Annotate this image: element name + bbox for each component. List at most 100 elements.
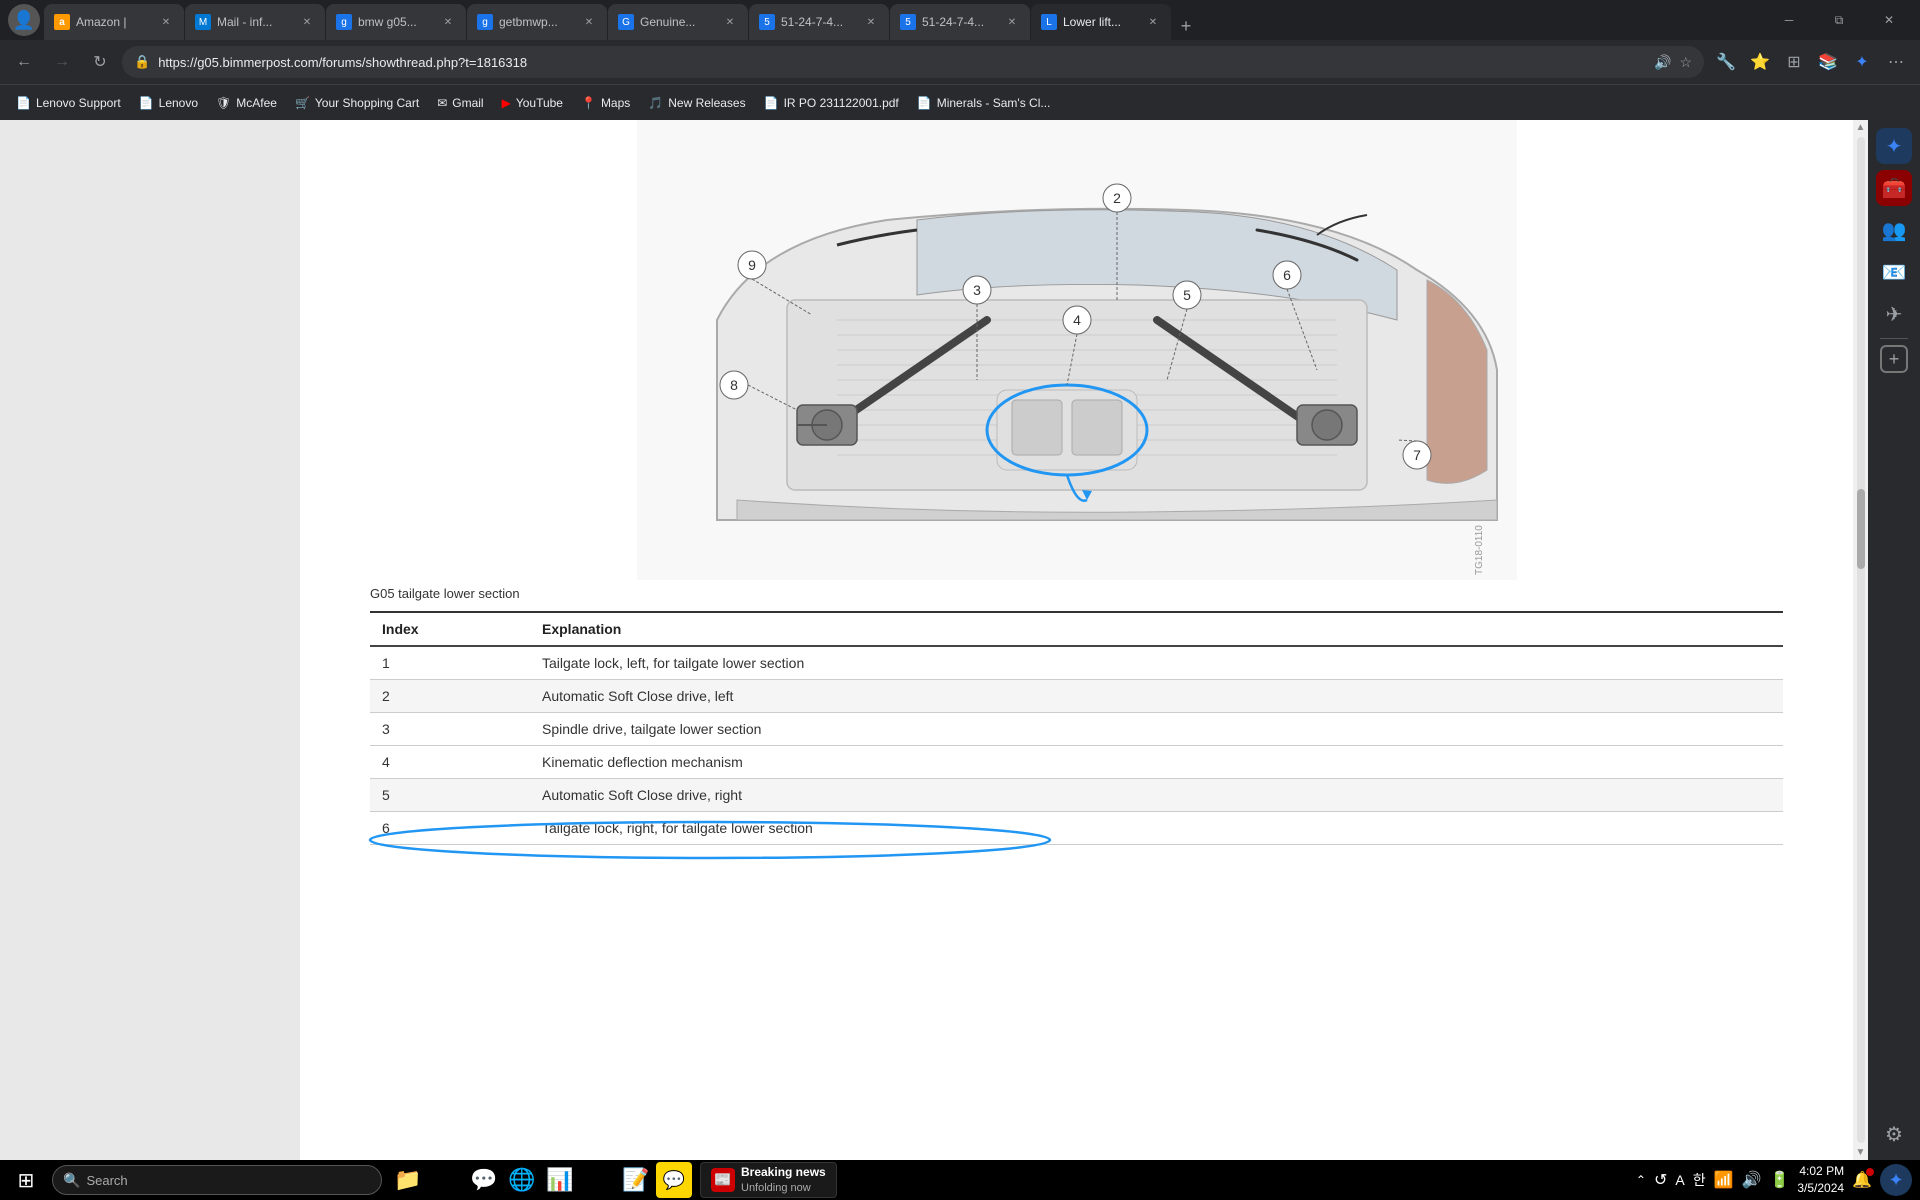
profile-icon[interactable]: 👤 [8,4,40,36]
tab-close-amazon[interactable]: ✕ [158,14,174,30]
tab-favicon-lowerlift: L [1041,14,1057,30]
taskbar-app-excel[interactable]: 📊 [542,1162,578,1198]
address-bar[interactable]: 🔒 https://g05.bimmerpost.com/forums/show… [122,46,1704,78]
reader-mode-icon[interactable]: 🔊 [1654,54,1671,71]
bookmark-icon: ▶ [502,96,511,110]
bookmark-new-releases[interactable]: 🎵 New Releases [640,90,753,116]
tab-5124b[interactable]: 5 51-24-7-4... ✕ [890,4,1030,40]
copilot-icon[interactable]: ✦ [1846,46,1878,78]
bookmark-label: McAfee [236,96,277,110]
bookmark-label: Lenovo [159,96,198,110]
table-row: 1 Tailgate lock, left, for tailgate lowe… [370,646,1783,680]
col-header-explanation: Explanation [530,613,1783,646]
settings-sidebar-icon[interactable]: ⚙ [1876,1116,1912,1152]
row1-explanation: Tailgate lock, left, for tailgate lower … [530,646,1783,680]
close-button[interactable]: ✕ [1866,5,1912,35]
url-text[interactable]: https://g05.bimmerpost.com/forums/showth… [158,55,1646,70]
tab-getbmw[interactable]: g getbmwp... ✕ [467,4,607,40]
tab-close-5124a[interactable]: ✕ [863,14,879,30]
scrollbar[interactable]: ▲ ▼ [1853,120,1868,1160]
row4-index: 4 [370,746,530,779]
clock[interactable]: 4:02 PM 3/5/2024 [1797,1163,1844,1197]
bookmark-mcafee[interactable]: 🛡 McAfee [208,90,285,116]
outlook-sidebar-icon[interactable]: 📧 [1876,254,1912,290]
taskbar-search[interactable]: 🔍 Search [52,1165,382,1195]
bookmark-icon: 🎵 [648,96,663,110]
taskbar-app-mail[interactable]: ✉ [428,1162,464,1198]
tab-close-mail[interactable]: ✕ [299,14,315,30]
bookmark-lenovo[interactable]: 📄 Lenovo [131,90,206,116]
taskbar-app-edge[interactable]: 🌐 [504,1162,540,1198]
bookmark-maps[interactable]: 📍 Maps [573,90,638,116]
lang-tray-icon[interactable]: 한 [1693,1170,1706,1190]
tray-chevron[interactable]: ⌃ [1636,1173,1646,1187]
taskbar-app-explorer[interactable]: 📁 [390,1162,426,1198]
taskbar-app-chat[interactable]: 💬 [656,1162,692,1198]
split-screen-icon[interactable]: ⊞ [1778,46,1810,78]
tab-favicon-mail: M [195,14,211,30]
bookmark-gmail[interactable]: ✉ Gmail [429,90,491,116]
scroll-thumb[interactable] [1857,489,1865,569]
tab-close-genuine[interactable]: ✕ [722,14,738,30]
date-display: 3/5/2024 [1797,1180,1844,1197]
tab-title-5124a: 51-24-7-4... [781,15,857,29]
start-button[interactable]: ⊞ [8,1162,44,1198]
bookmark-star-icon[interactable]: ☆ [1679,54,1692,71]
copilot-sidebar-icon[interactable]: ✦ [1876,128,1912,164]
taskbar-app-teams[interactable]: 💬 [466,1162,502,1198]
edge-sidebar: ✦ 🧰 👥 📧 ✈ + ⚙ [1868,120,1920,1160]
tools-sidebar-icon[interactable]: 🧰 [1876,170,1912,206]
restore-button[interactable]: ⧉ [1816,5,1862,35]
tab-title-genuine: Genuine... [640,15,716,29]
scroll-down-arrow[interactable]: ▼ [1854,1145,1868,1160]
bookmark-ir-po[interactable]: 📄 IR PO 231122001.pdf [756,90,907,116]
extensions-icon[interactable]: 🔧 [1710,46,1742,78]
bookmark-shopping-cart[interactable]: 🛒 Your Shopping Cart [287,90,427,116]
tab-genuine[interactable]: G Genuine... ✕ [608,4,748,40]
forward-button[interactable]: → [46,46,78,78]
more-actions-icon[interactable]: ⋯ [1880,46,1912,78]
copilot-taskbar-icon[interactable]: ✦ [1880,1164,1912,1196]
battery-icon[interactable]: 🔋 [1769,1170,1789,1190]
bookmark-minerals[interactable]: 📄 Minerals - Sam's Cl... [909,90,1059,116]
tab-close-5124b[interactable]: ✕ [1004,14,1020,30]
wifi-icon[interactable]: 📶 [1714,1170,1734,1190]
back-button[interactable]: ← [8,46,40,78]
refresh-button[interactable]: ↻ [84,46,116,78]
tab-close-getbmw[interactable]: ✕ [581,14,597,30]
svg-text:4: 4 [1073,312,1081,328]
tab-close-bmwg05a[interactable]: ✕ [440,14,456,30]
col-header-index: Index [370,613,530,646]
scroll-up-arrow[interactable]: ▲ [1854,120,1868,135]
taskbar-app-misc1[interactable]: ⚙ [580,1162,616,1198]
main-page[interactable]: 9 2 3 4 5 [300,120,1853,1160]
font-tray-icon[interactable]: A [1675,1172,1684,1188]
tab-favicon-bmwg05a: g [336,14,352,30]
bookmark-lenovo-support[interactable]: 📄 Lenovo Support [8,90,129,116]
speaker-icon[interactable]: 🔊 [1742,1170,1762,1190]
tab-bmwg05a[interactable]: g bmw g05... ✕ [326,4,466,40]
new-tab-button[interactable]: + [1172,12,1200,40]
bookmarks-bar: 📄 Lenovo Support 📄 Lenovo 🛡 McAfee 🛒 You… [0,84,1920,120]
paperplane-sidebar-icon[interactable]: ✈ [1876,296,1912,332]
add-sidebar-icon[interactable]: + [1880,345,1908,373]
tab-lowerlift[interactable]: L Lower lift... ✕ [1031,4,1171,40]
refresh-tray-icon[interactable]: ↺ [1654,1170,1667,1190]
table-row: 5 Automatic Soft Close drive, right [370,779,1783,812]
news-title: Breaking news [741,1165,826,1181]
bookmark-youtube[interactable]: ▶ YouTube [494,90,571,116]
minimize-button[interactable]: ─ [1766,5,1812,35]
collections-icon[interactable]: 📚 [1812,46,1844,78]
notification-bell[interactable]: 🔔 [1852,1170,1872,1190]
left-sidebar [0,120,300,1160]
tab-mail[interactable]: M Mail - inf... ✕ [185,4,325,40]
people-sidebar-icon[interactable]: 👥 [1876,212,1912,248]
bookmark-label: Minerals - Sam's Cl... [937,96,1051,110]
tab-close-lowerlift[interactable]: ✕ [1145,14,1161,30]
favorites-icon[interactable]: ⭐ [1744,46,1776,78]
tab-amazon[interactable]: a Amazon | ✕ [44,4,184,40]
news-notification[interactable]: 📰 Breaking news Unfolding now [700,1162,837,1198]
taskbar-app-notes[interactable]: 📝 [618,1162,654,1198]
scroll-track[interactable] [1857,137,1865,1143]
tab-5124a[interactable]: 5 51-24-7-4... ✕ [749,4,889,40]
